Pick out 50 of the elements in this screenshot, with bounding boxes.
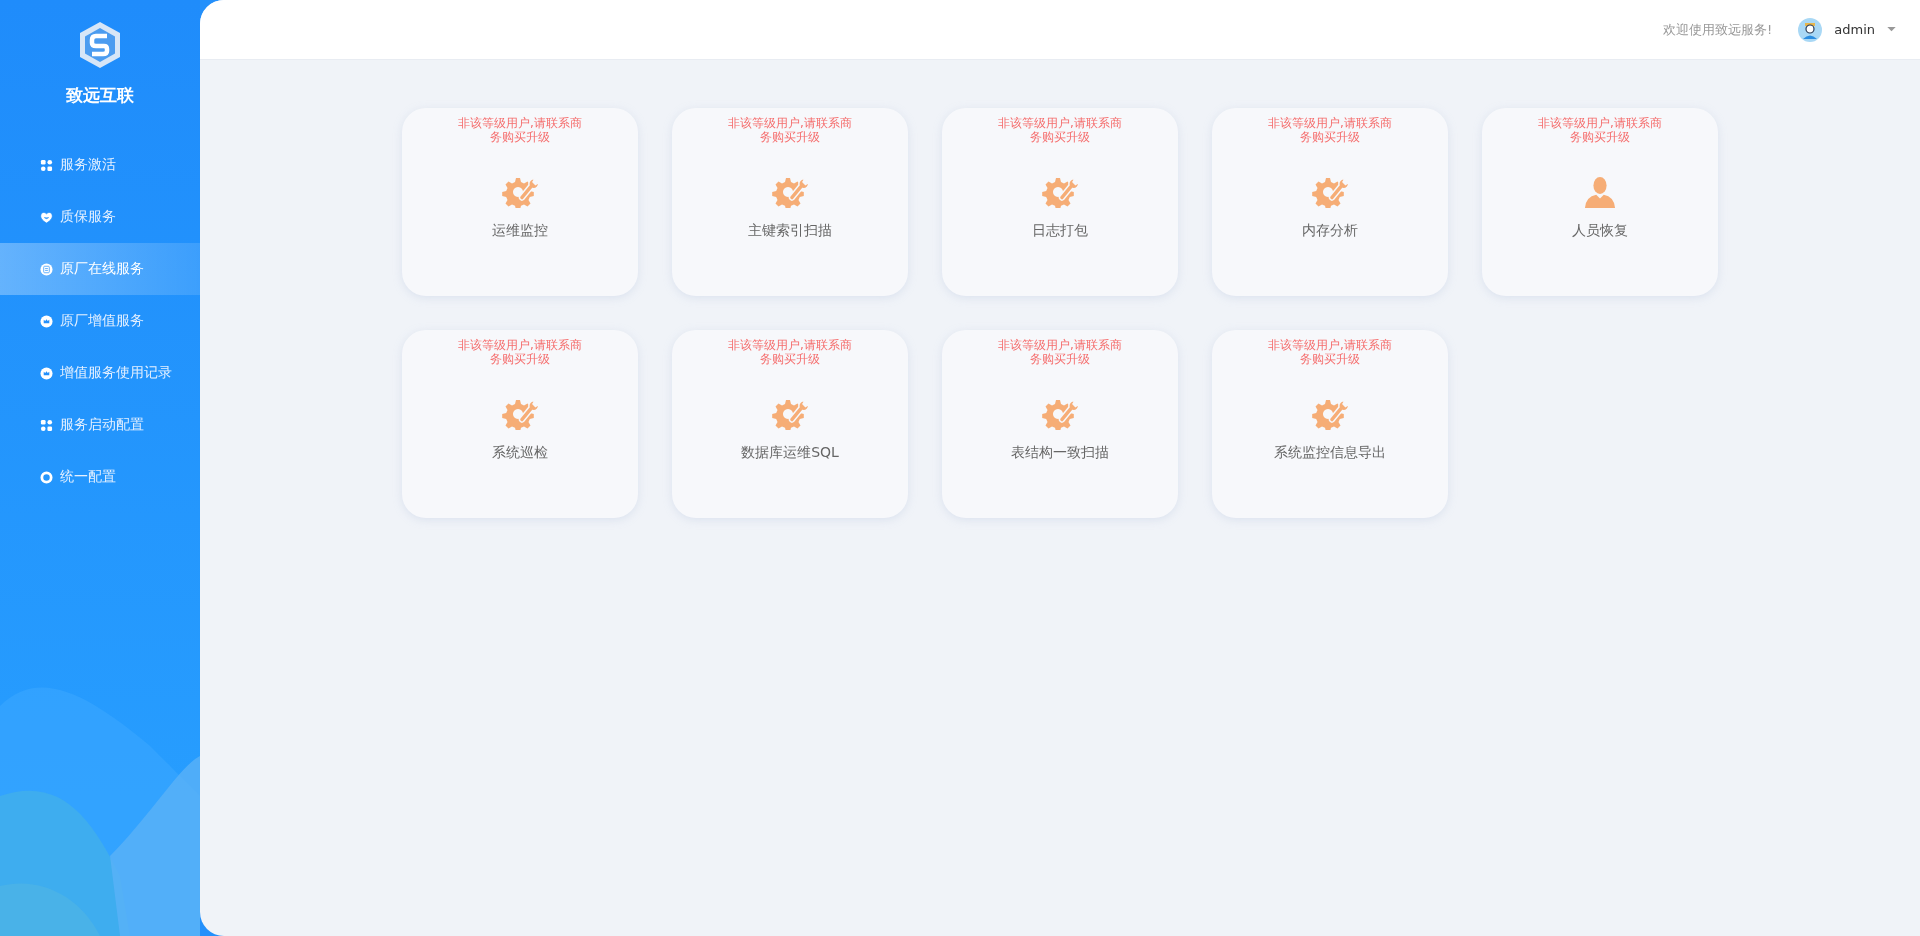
upgrade-notice: 非该等级用户,请联系商务购买升级 xyxy=(997,338,1123,366)
caret-icon[interactable] xyxy=(1887,27,1896,32)
welcome-text: 欢迎使用致远服务! xyxy=(1663,20,1773,39)
service-card[interactable]: 非该等级用户,请联系商务购买升级 表结构一致扫描 xyxy=(942,330,1178,518)
card-title: 人员恢复 xyxy=(1572,222,1628,240)
card-title: 主键索引扫描 xyxy=(748,222,832,240)
upgrade-notice: 非该等级用户,请联系商务购买升级 xyxy=(727,338,853,366)
gear-wrench-icon xyxy=(502,176,538,208)
sidebar-item[interactable]: 服务激活 xyxy=(0,139,200,191)
grid-icon xyxy=(40,418,53,432)
service-card[interactable]: 非该等级用户,请联系商务购买升级 数据库运维SQL xyxy=(672,330,908,518)
list-icon xyxy=(40,262,53,276)
gear-wrench-icon xyxy=(1042,398,1078,430)
crown-icon xyxy=(40,314,53,328)
service-card[interactable]: 非该等级用户,请联系商务购买升级 人员恢复 xyxy=(1482,108,1718,296)
card-title: 运维监控 xyxy=(492,222,548,240)
card-title: 表结构一致扫描 xyxy=(1011,444,1109,462)
brand-name: 致远互联 xyxy=(66,84,134,107)
service-card[interactable]: 非该等级用户,请联系商务购买升级 运维监控 xyxy=(402,108,638,296)
gear-wrench-icon xyxy=(1312,398,1348,430)
card-title: 系统巡检 xyxy=(492,444,548,462)
service-card[interactable]: 非该等级用户,请联系商务购买升级 系统巡检 xyxy=(402,330,638,518)
upgrade-notice: 非该等级用户,请联系商务购买升级 xyxy=(1537,116,1663,144)
gear-wrench-icon xyxy=(502,398,538,430)
service-card[interactable]: 非该等级用户,请联系商务购买升级 日志打包 xyxy=(942,108,1178,296)
gear-wrench-icon xyxy=(772,398,808,430)
heart-icon xyxy=(40,210,53,224)
service-card[interactable]: 非该等级用户,请联系商务购买升级 主键索引扫描 xyxy=(672,108,908,296)
upgrade-notice: 非该等级用户,请联系商务购买升级 xyxy=(727,116,853,144)
gear-wrench-icon xyxy=(772,176,808,208)
grid-icon xyxy=(40,158,53,172)
gear-wrench-icon xyxy=(1042,176,1078,208)
upgrade-notice: 非该等级用户,请联系商务购买升级 xyxy=(997,116,1123,144)
upgrade-notice: 非该等级用户,请联系商务购买升级 xyxy=(1267,338,1393,366)
card-title: 数据库运维SQL xyxy=(741,444,839,462)
service-card[interactable]: 非该等级用户,请联系商务购买升级 系统监控信息导出 xyxy=(1212,330,1448,518)
avatar-icon[interactable] xyxy=(1798,17,1823,42)
service-card[interactable]: 非该等级用户,请联系商务购买升级 内存分析 xyxy=(1212,108,1448,296)
gear-wrench-icon xyxy=(1312,176,1348,208)
user-name[interactable]: admin xyxy=(1834,22,1875,37)
card-title: 系统监控信息导出 xyxy=(1274,444,1386,462)
card-title: 内存分析 xyxy=(1302,222,1358,240)
crown-icon xyxy=(40,366,53,380)
ring-icon xyxy=(40,470,53,484)
sidebar-item[interactable]: 质保服务 xyxy=(0,191,200,243)
upgrade-notice: 非该等级用户,请联系商务购买升级 xyxy=(457,338,583,366)
card-title: 日志打包 xyxy=(1032,222,1088,240)
upgrade-notice: 非该等级用户,请联系商务购买升级 xyxy=(457,116,583,144)
upgrade-notice: 非该等级用户,请联系商务购买升级 xyxy=(1267,116,1393,144)
person-icon xyxy=(1582,176,1618,208)
